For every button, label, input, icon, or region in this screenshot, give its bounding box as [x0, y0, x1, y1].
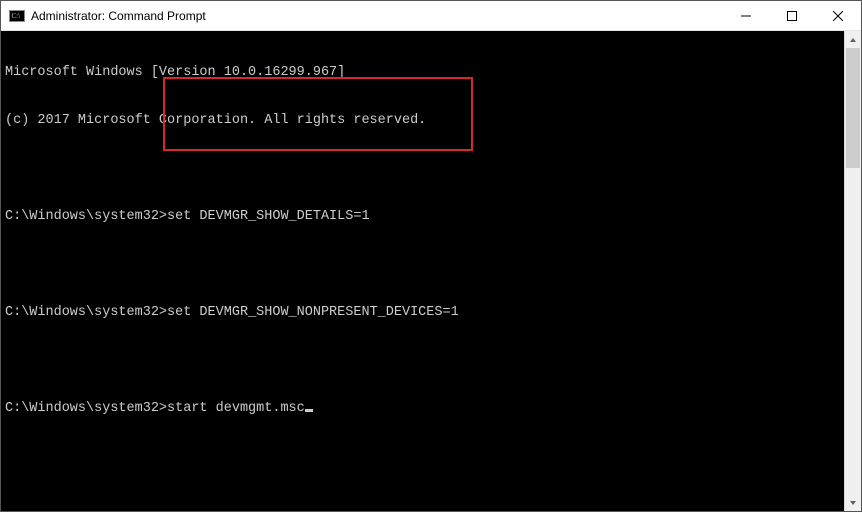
window-controls [723, 1, 861, 30]
cursor [305, 409, 313, 412]
prompt: C:\Windows\system32> [5, 305, 167, 320]
terminal-command-line-3: C:\Windows\system32>start devmgmt.msc [5, 401, 840, 417]
prompt: C:\Windows\system32> [5, 401, 167, 416]
terminal-blank-line [5, 161, 840, 177]
command-text: start devmgmt.msc [167, 401, 305, 416]
cmd-icon: C:\ [9, 8, 25, 24]
content-area: Microsoft Windows [Version 10.0.16299.96… [1, 31, 861, 511]
maximize-button[interactable] [769, 1, 815, 30]
vertical-scrollbar[interactable] [844, 31, 861, 511]
terminal-command-line-2: C:\Windows\system32>set DEVMGR_SHOW_NONP… [5, 305, 840, 321]
terminal-header-line: Microsoft Windows [Version 10.0.16299.96… [5, 65, 840, 81]
terminal-blank-line [5, 257, 840, 273]
terminal-command-line-1: C:\Windows\system32>set DEVMGR_SHOW_DETA… [5, 209, 840, 225]
minimize-button[interactable] [723, 1, 769, 30]
close-button[interactable] [815, 1, 861, 30]
command-text: set DEVMGR_SHOW_DETAILS=1 [167, 209, 370, 224]
terminal[interactable]: Microsoft Windows [Version 10.0.16299.96… [1, 31, 844, 511]
titlebar[interactable]: C:\ Administrator: Command Prompt [1, 1, 861, 31]
terminal-blank-line [5, 353, 840, 369]
window-title: Administrator: Command Prompt [31, 9, 723, 23]
scroll-track[interactable] [845, 48, 861, 494]
command-text: set DEVMGR_SHOW_NONPRESENT_DEVICES=1 [167, 305, 459, 320]
scroll-down-arrow-icon[interactable] [845, 494, 861, 511]
scroll-thumb[interactable] [846, 48, 860, 168]
prompt: C:\Windows\system32> [5, 209, 167, 224]
scroll-up-arrow-icon[interactable] [845, 31, 861, 48]
svg-text:C:\: C:\ [12, 12, 21, 20]
terminal-copyright-line: (c) 2017 Microsoft Corporation. All righ… [5, 113, 840, 129]
